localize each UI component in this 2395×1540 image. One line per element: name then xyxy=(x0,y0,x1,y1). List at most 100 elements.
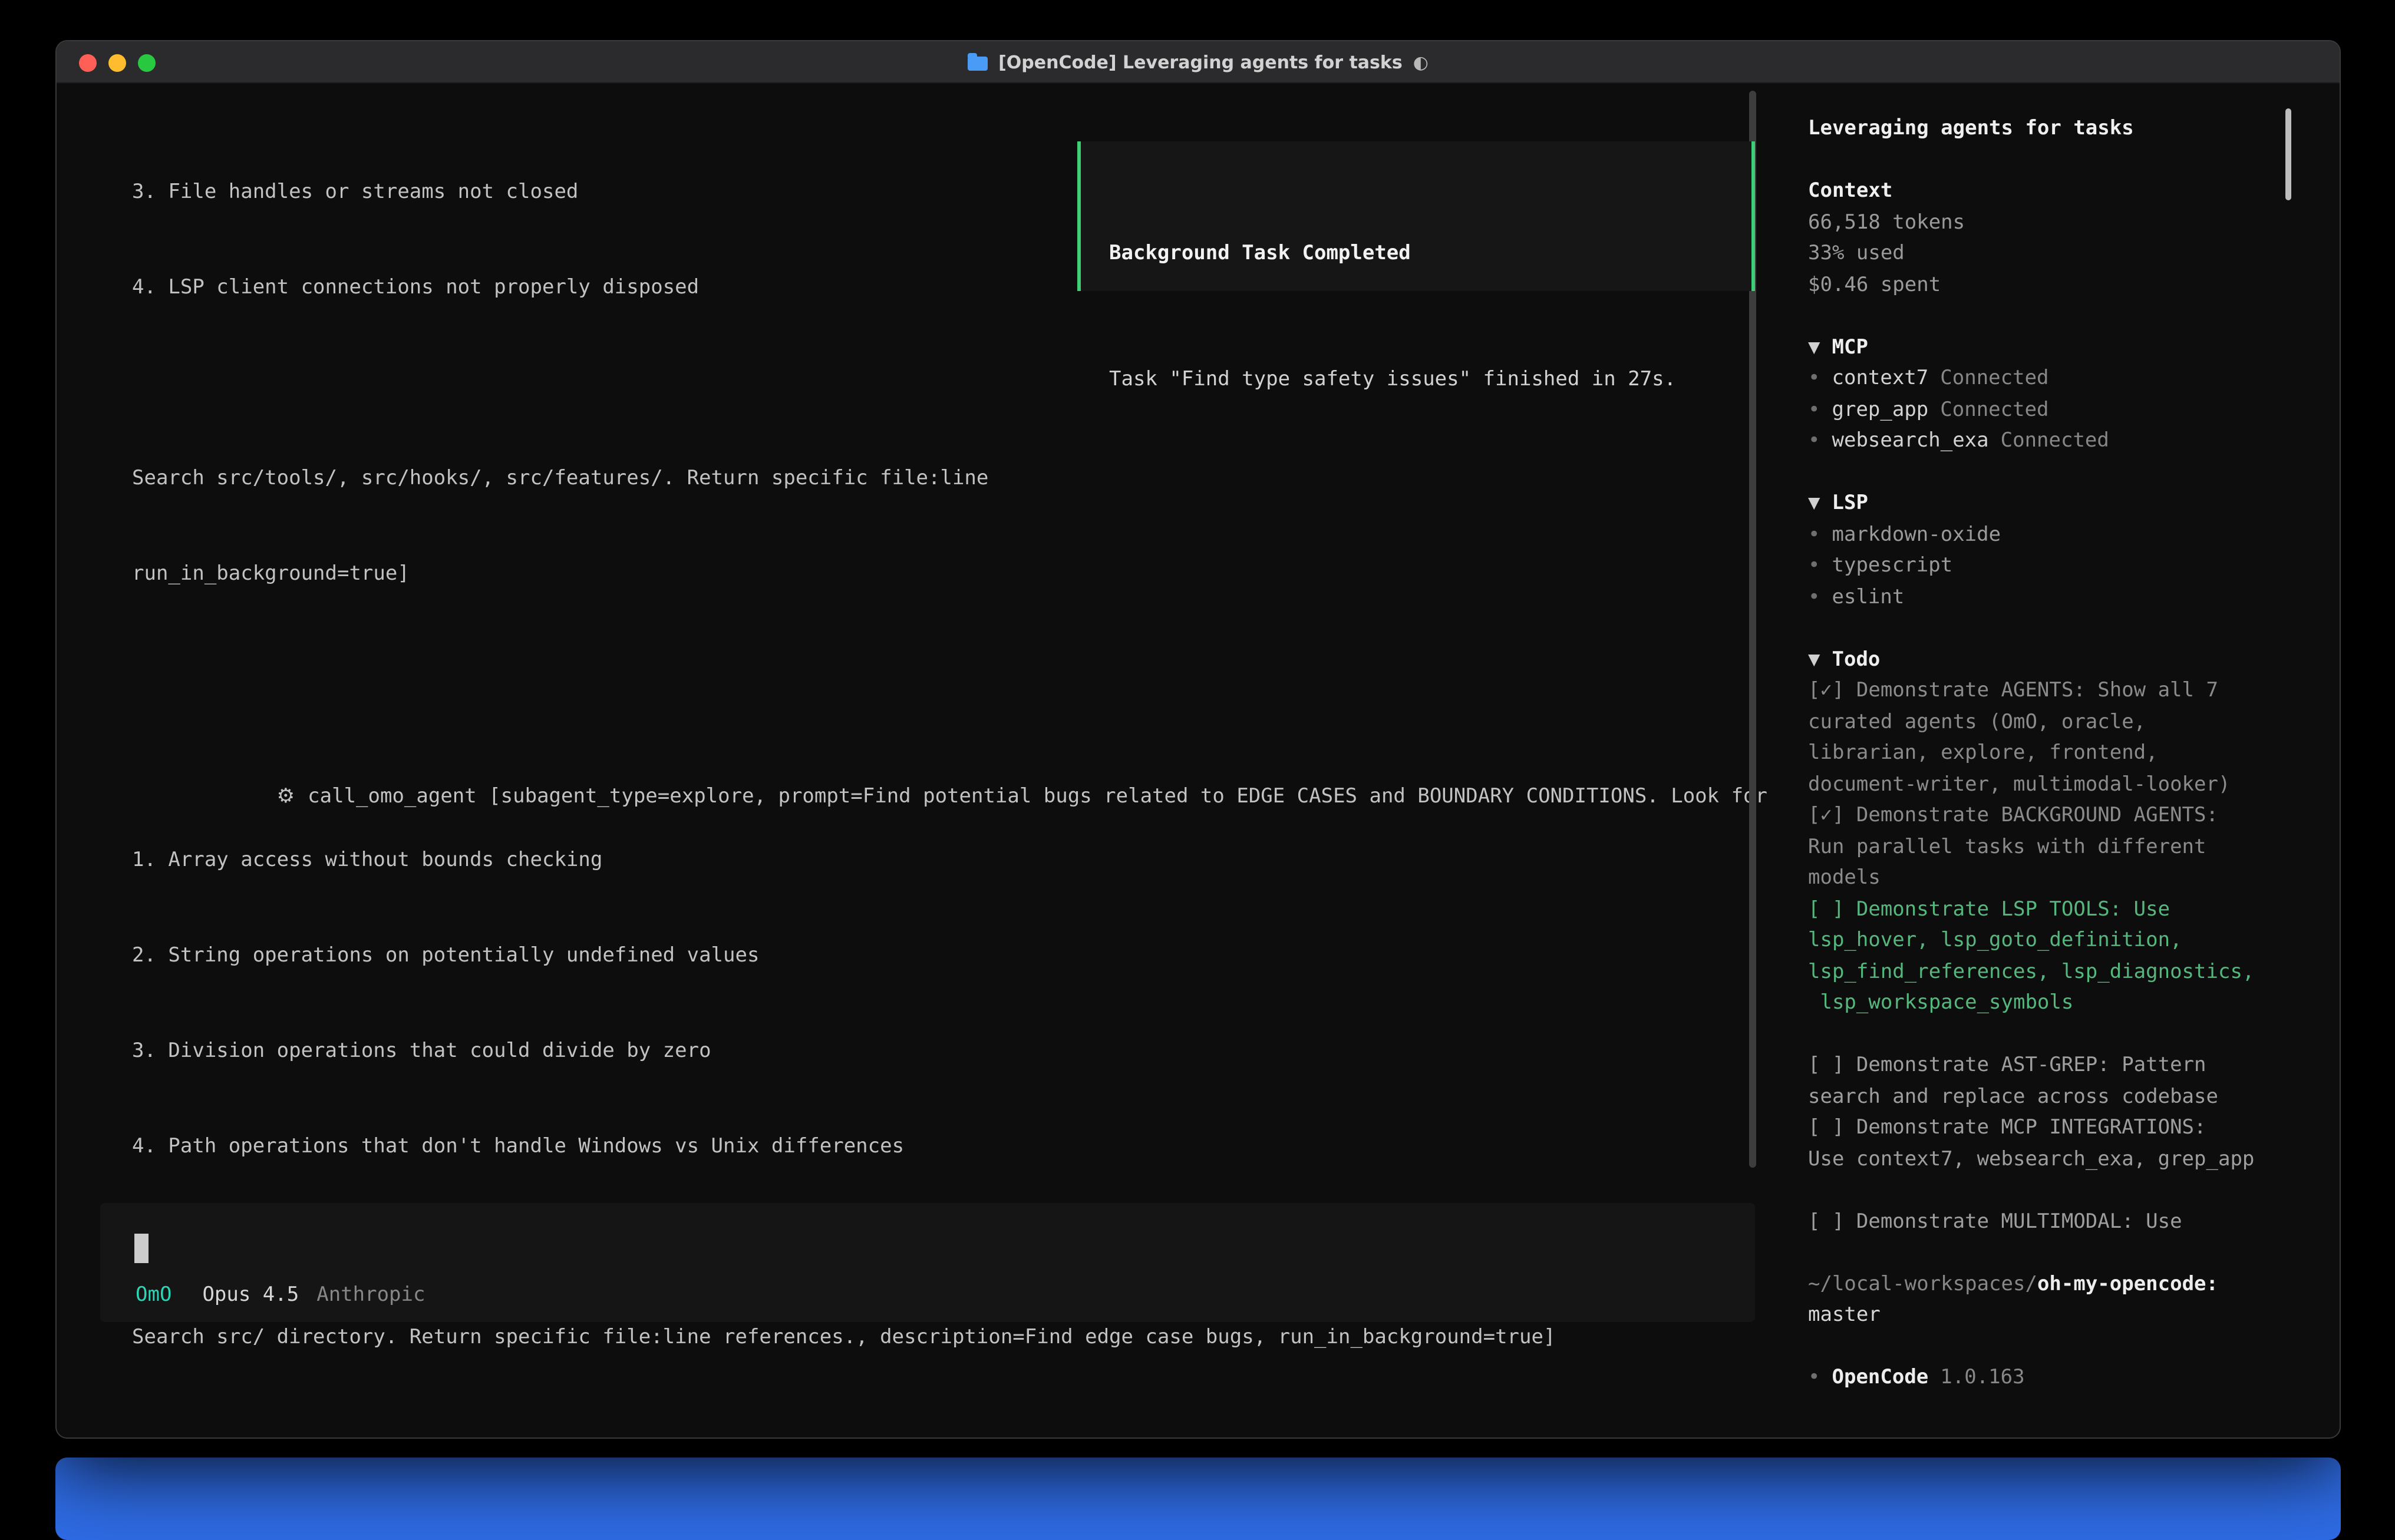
bullet-icon: • xyxy=(1808,429,1820,452)
close-button[interactable] xyxy=(79,54,97,71)
bullet-icon: • xyxy=(1808,554,1820,577)
todo-heading: Todo xyxy=(1832,647,1881,671)
context-heading: Context xyxy=(1808,176,2292,207)
mcp-status: Connected xyxy=(1940,398,2048,421)
sidebar-scrollbar[interactable] xyxy=(2285,108,2291,200)
app-version: 1.0.163 xyxy=(1940,1366,2024,1389)
session-title: Leveraging agents for tasks xyxy=(1808,113,2292,144)
background-window xyxy=(55,1458,2341,1540)
toast-body: Task "Find type safety issues" finished … xyxy=(1109,364,1751,396)
workspace-path: ~/local-workspaces/ xyxy=(1808,1272,2037,1296)
tool-call-text: call_omo_agent [subagent_type=explore, p… xyxy=(308,785,1767,808)
mcp-section-header[interactable]: ▼ MCP xyxy=(1808,332,2292,363)
todo-line: search and replace across codebase xyxy=(1808,1081,2292,1112)
bullet-icon: • xyxy=(1808,366,1820,390)
lsp-heading: LSP xyxy=(1832,491,1868,515)
todo-line: Use context7, websearch_exa, grep_app xyxy=(1808,1144,2292,1175)
input-provider-name: Anthropic xyxy=(316,1283,425,1307)
bullet-icon: • xyxy=(1808,523,1820,546)
context-tokens: 66,518 tokens xyxy=(1808,207,2292,238)
todo-line: [✓] Demonstrate AGENTS: Show all 7 xyxy=(1808,675,2292,706)
minimize-button[interactable] xyxy=(108,54,126,71)
todo-line: curated agents (OmO, oracle, xyxy=(1808,706,2292,738)
mcp-status: Connected xyxy=(1940,366,2048,390)
lsp-name: typescript xyxy=(1832,554,1953,577)
window-body: 3. File handles or streams not closed 4.… xyxy=(57,84,2340,1439)
input-model-row: OmO Opus 4.5 Anthropic xyxy=(136,1283,425,1307)
mcp-name: websearch_exa xyxy=(1832,429,1989,452)
todo-line: lsp_hover, lsp_goto_definition, xyxy=(1808,925,2292,956)
todo-line: [ ] Demonstrate LSP TOOLS: Use xyxy=(1808,894,2292,925)
bullet-icon: • xyxy=(1808,1366,1820,1389)
terminal-line: 3. Division operations that could divide… xyxy=(132,1036,1784,1068)
workspace-branch: master xyxy=(1808,1300,2292,1331)
input-model-name: Opus 4.5 xyxy=(202,1283,299,1307)
todo-section-header[interactable]: ▼ Todo xyxy=(1808,644,2292,675)
lsp-section-header[interactable]: ▼ LSP xyxy=(1808,488,2292,519)
opencode-window: [OpenCode] Leveraging agents for tasks ◐… xyxy=(55,40,2341,1439)
prompt-input[interactable]: OmO Opus 4.5 Anthropic xyxy=(100,1203,1755,1322)
toast-title: Background Task Completed xyxy=(1109,238,1751,270)
bullet-icon: • xyxy=(1808,398,1820,421)
todo-line: [ ] Demonstrate MCP INTEGRATIONS: xyxy=(1808,1112,2292,1144)
progress-clock-icon: ◐ xyxy=(1413,51,1429,72)
tool-call-line: ⚙call_omo_agent [subagent_type=explore, … xyxy=(132,749,1784,781)
mcp-name: context7 xyxy=(1832,366,1929,390)
terminal-line: Search src/ directory. Return specific f… xyxy=(132,1322,1784,1354)
lsp-item: •markdown-oxide xyxy=(1808,519,2292,550)
mcp-item: • websearch_exa Connected xyxy=(1808,425,2292,457)
text-cursor xyxy=(134,1234,149,1263)
todo-line: [✓] Demonstrate BACKGROUND AGENTS: xyxy=(1808,800,2292,831)
sidebar: Leveraging agents for tasks Context 66,5… xyxy=(1784,84,2340,1439)
workspace-repo: oh-my-opencode: xyxy=(2037,1272,2218,1296)
lsp-item: • typescript xyxy=(1808,550,2292,581)
chevron-down-icon: ▼ xyxy=(1808,491,1820,515)
gear-icon: ⚙ xyxy=(277,785,295,808)
todo-item: [✓] Demonstrate BACKGROUND AGENTS: Run p… xyxy=(1808,800,2292,894)
folder-icon xyxy=(968,56,988,70)
todo-item: [ ] Demonstrate AST-GREP: Pattern search… xyxy=(1808,1050,2292,1112)
context-used: 33% used xyxy=(1808,238,2292,269)
mcp-heading: MCP xyxy=(1832,335,1868,359)
mcp-item: • context7 Connected xyxy=(1808,363,2292,394)
todo-line: librarian, explore, frontend, xyxy=(1808,738,2292,769)
todo-line: [ ] Demonstrate AST-GREP: Pattern xyxy=(1808,1050,2292,1081)
terminal-blank-line xyxy=(132,654,1784,686)
todo-item: [ ] Demonstrate LSP TOOLS: Use lsp_hover… xyxy=(1808,894,2292,1019)
zoom-button[interactable] xyxy=(138,54,156,71)
todo-line: document-writer, multimodal-looker) xyxy=(1808,769,2292,800)
window-title: [OpenCode] Leveraging agents for tasks xyxy=(998,51,1403,72)
workspace-path-line: ~/local-workspaces/oh-my-opencode: xyxy=(1808,1268,2292,1300)
background-task-toast: Background Task Completed Task "Find typ… xyxy=(1077,141,1755,291)
context-spent: $0.46 spent xyxy=(1808,269,2292,300)
todo-item: [✓] Demonstrate AGENTS: Show all 7 curat… xyxy=(1808,675,2292,800)
terminal-line: 4. Path operations that don't handle Win… xyxy=(132,1131,1784,1163)
lsp-item: • eslint xyxy=(1808,581,2292,613)
todo-line: Run parallel tasks with different xyxy=(1808,831,2292,862)
terminal-line: 2. String operations on potentially unde… xyxy=(132,940,1784,972)
todo-line: lsp_find_references, lsp_diagnostics, xyxy=(1808,956,2292,987)
terminal-line: run_in_background=true] xyxy=(132,559,1784,590)
mcp-status: Connected xyxy=(2001,429,2109,452)
mcp-name: grep_app xyxy=(1832,398,1929,421)
todo-item: [ ] Demonstrate MULTIMODAL: Use xyxy=(1808,1206,2292,1237)
chevron-down-icon: ▼ xyxy=(1808,335,1820,359)
titlebar: [OpenCode] Leveraging agents for tasks ◐ xyxy=(57,41,2340,84)
todo-line: [ ] Demonstrate MULTIMODAL: Use xyxy=(1808,1206,2292,1237)
window-controls xyxy=(79,41,156,84)
chat-pane: 3. File handles or streams not closed 4.… xyxy=(57,84,1784,1439)
chevron-down-icon: ▼ xyxy=(1808,647,1820,671)
version-line: • OpenCode 1.0.163 xyxy=(1808,1362,2292,1393)
terminal-line: Search src/tools/, src/hooks/, src/featu… xyxy=(132,463,1784,495)
mcp-item: • grep_app Connected xyxy=(1808,394,2292,425)
terminal-line: 1. Array access without bounds checking xyxy=(132,845,1784,877)
desktop: [OpenCode] Leveraging agents for tasks ◐… xyxy=(0,0,2395,1524)
window-title-group: [OpenCode] Leveraging agents for tasks ◐ xyxy=(968,51,1429,72)
todo-line: lsp_workspace_symbols xyxy=(1808,987,2292,1019)
app-name: OpenCode xyxy=(1832,1366,1929,1389)
bullet-icon: • xyxy=(1808,585,1820,609)
lsp-name: eslint xyxy=(1832,585,1905,609)
todo-item: [ ] Demonstrate MCP INTEGRATIONS: Use co… xyxy=(1808,1112,2292,1175)
todo-line: models xyxy=(1808,862,2292,894)
input-agent-name: OmO xyxy=(136,1283,171,1307)
